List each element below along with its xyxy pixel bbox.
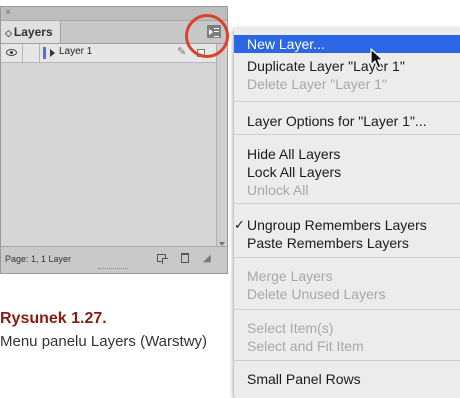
eye-icon <box>6 49 17 56</box>
caption-title: Rysunek 1.27. <box>0 310 107 327</box>
trash-icon[interactable] <box>181 253 189 263</box>
menu-item[interactable]: Duplicate Layer "Layer 1" <box>234 57 460 75</box>
menu-item-label: Hide All Layers <box>247 146 341 162</box>
menu-item[interactable]: Hide All Layers <box>234 145 460 163</box>
tab-layers-label: Layers <box>13 25 53 39</box>
menu-separator <box>234 309 460 310</box>
caption-text: Menu panelu Layers (Warstwy) <box>0 333 208 350</box>
menu-item-label: New Layer... <box>247 36 325 52</box>
menu-item: Delete Unused Layers <box>234 285 460 303</box>
resize-grip-icon[interactable]: ◢ <box>203 253 213 265</box>
visibility-toggle[interactable] <box>1 44 23 62</box>
menu-item-label: Small Panel Rows <box>247 371 361 387</box>
layer-name[interactable]: Layer 1 <box>59 46 92 57</box>
mouse-pointer-icon <box>370 48 384 69</box>
checkmark-icon: ✓ <box>234 217 245 232</box>
menu-item-label: Unlock All <box>247 182 309 198</box>
menu-item-label: Select Item(s) <box>247 320 334 336</box>
menu-item-label: Delete Unused Layers <box>247 286 386 302</box>
menu-item-label: Merge Layers <box>247 268 333 284</box>
menu-separator <box>234 203 460 204</box>
menu-separator <box>234 257 460 258</box>
tab-layers[interactable]: ◇ Layers <box>1 21 61 43</box>
close-icon[interactable]: × <box>5 6 11 19</box>
menu-item-label: Ungroup Remembers Layers <box>247 217 427 233</box>
menu-item: Select Item(s) <box>234 319 460 337</box>
panel-footer: Page: 1, 1 Layer ◢ <box>1 246 227 273</box>
menu-item: Delete Layer "Layer 1" <box>234 75 460 93</box>
layers-panel-menu: New Layer... Duplicate Layer "Layer 1" Del… <box>234 28 460 398</box>
menu-separator <box>234 360 460 361</box>
menu-item: Select and Fit Item <box>234 337 460 355</box>
menu-item-label: Select and Fit Item <box>247 338 364 354</box>
menu-separator <box>234 101 460 102</box>
highlight-circle <box>185 14 229 58</box>
new-layer-icon[interactable] <box>157 254 168 264</box>
menu-item-label: Delete Layer "Layer 1" <box>247 76 387 92</box>
layer-row[interactable]: Layer 1 ✎ <box>1 44 219 63</box>
menu-item[interactable]: ✓ Ungroup Remembers Layers <box>234 216 460 234</box>
menu-item-label: Layer Options for "Layer 1"... <box>247 113 427 129</box>
menu-separator <box>234 134 460 135</box>
disclosure-triangle-icon[interactable] <box>50 49 55 57</box>
pen-icon: ✎ <box>177 46 187 58</box>
menu-item[interactable]: Small Panel Rows <box>234 370 460 388</box>
menu-item[interactable]: Lock All Layers <box>234 163 460 181</box>
menu-item[interactable]: Layer Options for "Layer 1"... <box>234 112 460 130</box>
menu-item: Merge Layers <box>234 267 460 285</box>
menu-item: Unlock All <box>234 181 460 199</box>
page-info-text: Page: 1, 1 Layer <box>5 254 72 264</box>
menu-item-label: Paste Remembers Layers <box>247 235 409 251</box>
panel-grip[interactable] <box>98 268 128 272</box>
layer-color-swatch <box>43 47 46 59</box>
lock-toggle[interactable] <box>24 44 40 62</box>
menu-item[interactable]: Paste Remembers Layers <box>234 234 460 252</box>
menu-item-label: Lock All Layers <box>247 164 342 180</box>
collapse-arrows-icon[interactable]: ◇ <box>5 28 12 38</box>
menu-item[interactable]: New Layer... <box>234 35 460 53</box>
scrollbar[interactable] <box>216 44 227 248</box>
